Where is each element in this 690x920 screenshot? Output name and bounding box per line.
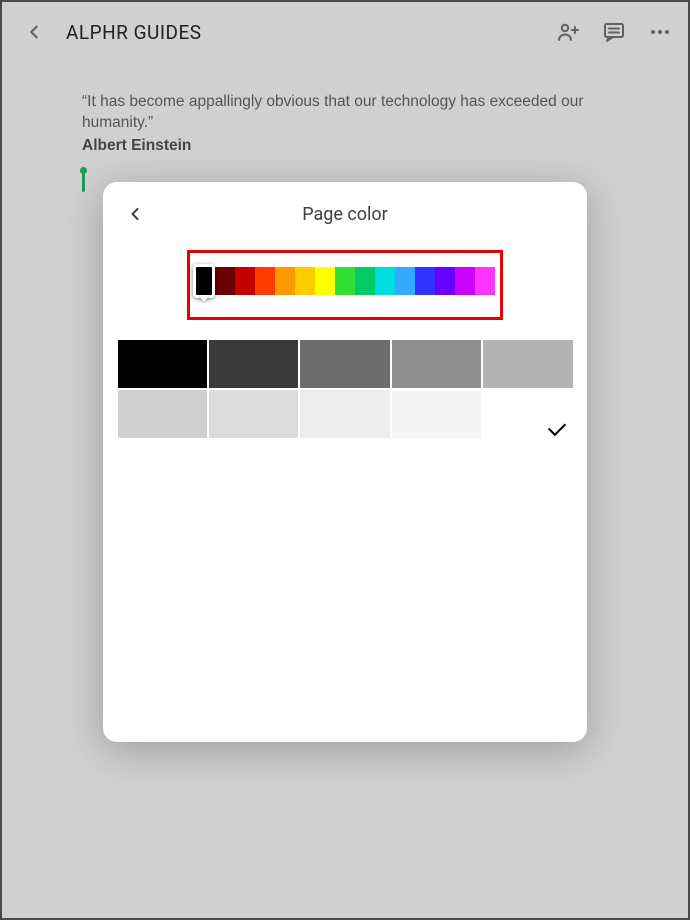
hue-segment[interactable] <box>235 267 255 295</box>
modal-title: Page color <box>103 204 587 225</box>
hue-segment[interactable] <box>415 267 435 295</box>
hue-segment[interactable] <box>475 267 495 295</box>
hue-segment[interactable] <box>375 267 395 295</box>
color-swatch[interactable] <box>118 390 207 438</box>
hue-segment[interactable] <box>455 267 475 295</box>
color-swatch[interactable] <box>483 390 572 438</box>
color-swatch[interactable] <box>392 390 481 438</box>
annotation-highlight-box <box>187 250 503 320</box>
hue-segment[interactable] <box>215 267 235 295</box>
page-color-modal: Page color <box>103 182 587 742</box>
color-swatch[interactable] <box>118 340 207 388</box>
hue-segment[interactable] <box>355 267 375 295</box>
hue-segment[interactable] <box>275 267 295 295</box>
color-swatch[interactable] <box>392 340 481 388</box>
color-swatch[interactable] <box>209 340 298 388</box>
hue-segment[interactable] <box>435 267 455 295</box>
modal-back-button[interactable] <box>121 200 149 228</box>
hue-segment[interactable] <box>395 267 415 295</box>
hue-segment[interactable] <box>195 267 215 295</box>
modal-overlay: Page color <box>2 2 688 918</box>
hue-slider[interactable] <box>195 267 495 295</box>
chevron-left-icon <box>125 204 145 224</box>
color-swatch[interactable] <box>300 340 389 388</box>
hue-segment[interactable] <box>255 267 275 295</box>
color-swatch[interactable] <box>483 340 572 388</box>
color-swatch[interactable] <box>300 390 389 438</box>
modal-header: Page color <box>103 196 587 232</box>
shade-swatch-grid <box>118 340 573 438</box>
hue-segment[interactable] <box>315 267 335 295</box>
color-swatch[interactable] <box>209 390 298 438</box>
hue-segment[interactable] <box>295 267 315 295</box>
hue-segment[interactable] <box>335 267 355 295</box>
